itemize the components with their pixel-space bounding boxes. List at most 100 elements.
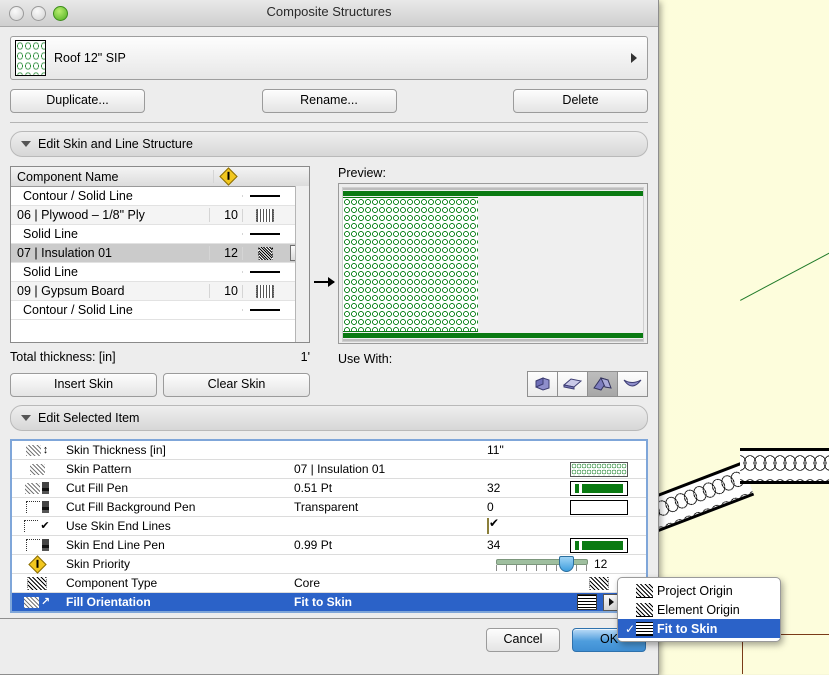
title-bar[interactable]: Composite Structures <box>0 0 658 27</box>
structure-selector-popup[interactable]: Roof 12" SIP <box>10 36 648 80</box>
cut-fill-pen-icon <box>12 482 62 494</box>
property-label: Skin Thickness [in] <box>62 443 294 457</box>
slab-tool-icon[interactable] <box>557 371 588 397</box>
skin-list-column: Component Name Contour / Solid Line <box>10 166 310 397</box>
shell-tool-icon[interactable] <box>617 371 648 397</box>
arrow-right-icon <box>314 281 334 283</box>
property-label: Component Type <box>62 576 294 590</box>
updown-glyph: ↕ <box>43 445 49 456</box>
list-item[interactable]: Solid Line <box>11 263 309 282</box>
preview-insulation-fill <box>343 197 478 332</box>
table-row[interactable]: ✔ Use Skin End Lines <box>12 517 646 536</box>
component-pattern <box>242 233 287 235</box>
solid-line-icon <box>250 271 280 273</box>
list-item[interactable]: 09 | Gypsum Board 10 <box>11 282 309 301</box>
pen-swatch[interactable] <box>570 538 628 553</box>
table-row-selected[interactable]: ↗ Fill Orientation Fit to Skin <box>12 593 646 612</box>
disclosure-triangle-icon[interactable] <box>21 415 31 421</box>
chevron-right-icon <box>631 53 637 63</box>
wall-tool-icon[interactable] <box>527 371 558 397</box>
property-label: Skin End Line Pen <box>62 538 294 552</box>
table-row[interactable]: Component Type Core <box>12 574 646 593</box>
table-row[interactable]: Cut Fill Background Pen Transparent 0 <box>12 498 646 517</box>
pen-tick <box>575 484 579 493</box>
list-item[interactable]: Contour / Solid Line <box>11 301 309 320</box>
menu-item-fit-to-skin[interactable]: ✓ Fit to Skin <box>618 619 780 638</box>
duplicate-button[interactable]: Duplicate... <box>10 89 145 113</box>
property-number: 32 <box>487 481 551 495</box>
corner-glyph <box>26 539 40 551</box>
component-name: Solid Line <box>11 265 209 279</box>
fill-orientation-swatch[interactable] <box>577 594 597 610</box>
property-value: Core <box>294 576 487 590</box>
property-label: Cut Fill Background Pen <box>62 500 294 514</box>
fill-orientation-menu[interactable]: Project Origin Element Origin ✓ Fit to S… <box>617 577 781 642</box>
skin-thickness-icon: ↕ <box>12 445 62 456</box>
slider-thumb[interactable] <box>559 556 574 572</box>
property-control[interactable] <box>551 500 646 515</box>
pen-swatch-empty[interactable] <box>570 500 628 515</box>
list-item[interactable]: 06 | Plywood – 1/8" Ply 10 <box>11 206 309 225</box>
delete-button[interactable]: Delete <box>513 89 648 113</box>
property-value: Transparent <box>294 500 487 514</box>
component-pattern <box>242 285 287 298</box>
property-value: 07 | Insulation 01 <box>294 462 487 476</box>
list-item[interactable]: Solid Line <box>11 225 309 244</box>
skin-priority-icon <box>12 558 62 571</box>
component-name: Solid Line <box>11 227 209 241</box>
menu-item-label: Project Origin <box>657 584 733 598</box>
use-with-toolbar <box>338 371 648 397</box>
roof-glyph <box>592 376 613 392</box>
table-row[interactable]: Cut Fill Pen 0.51 Pt 32 <box>12 479 646 498</box>
property-number: 0 <box>487 500 551 514</box>
insert-skin-button[interactable]: Insert Skin <box>10 373 157 397</box>
skin-end-lines-icon: ✔ <box>12 520 62 532</box>
shell-glyph <box>622 376 643 392</box>
property-control[interactable] <box>551 462 646 477</box>
green-guide-line <box>740 244 829 301</box>
component-priority: 12 <box>209 246 242 260</box>
clear-skin-button[interactable]: Clear Skin <box>163 373 310 397</box>
table-row[interactable]: Skin Priority 12 <box>12 555 646 574</box>
project-origin-icon <box>636 584 653 598</box>
menu-item-project-origin[interactable]: Project Origin <box>618 581 780 600</box>
table-row[interactable]: Skin Pattern 07 | Insulation 01 <box>12 460 646 479</box>
menu-item-element-origin[interactable]: Element Origin <box>618 600 780 619</box>
component-list[interactable]: Component Name Contour / Solid Line <box>10 166 310 343</box>
fit-to-skin-icon <box>636 622 653 636</box>
rename-button[interactable]: Rename... <box>262 89 397 113</box>
property-value: Fit to Skin <box>294 595 487 609</box>
skin-action-buttons: Insert Skin Clear Skin <box>10 373 310 397</box>
corner-glyph <box>24 520 38 532</box>
pen-swatch[interactable] <box>570 481 628 496</box>
use-skin-end-lines-checkbox[interactable] <box>487 518 489 534</box>
property-control[interactable] <box>551 481 646 496</box>
component-type-swatch[interactable] <box>589 577 609 590</box>
list-item-selected[interactable]: 07 | Insulation 01 12 <box>11 244 309 263</box>
property-table[interactable]: ↕ Skin Thickness [in] 11" Skin Pattern 0… <box>10 439 648 613</box>
skin-pattern-icon <box>12 464 62 475</box>
skin-section-header[interactable]: Edit Skin and Line Structure <box>10 131 648 157</box>
component-pattern <box>242 271 287 273</box>
list-item[interactable]: Contour / Solid Line <box>11 187 309 206</box>
table-row[interactable]: Skin End Line Pen 0.99 Pt 34 <box>12 536 646 555</box>
property-label: Skin Pattern <box>62 462 294 476</box>
skin-priority-slider[interactable] <box>496 556 588 572</box>
window-title: Composite Structures <box>0 4 658 19</box>
property-control[interactable] <box>551 538 646 553</box>
item-section-header[interactable]: Edit Selected Item <box>10 405 648 431</box>
cancel-button[interactable]: Cancel <box>486 628 560 652</box>
property-value: 0.51 Pt <box>294 481 487 495</box>
property-control[interactable]: 12 <box>496 556 646 572</box>
roof-tool-icon[interactable] <box>587 371 618 397</box>
component-list-scrollbar[interactable] <box>295 186 309 342</box>
component-pattern <box>242 247 287 260</box>
disclosure-triangle-icon[interactable] <box>21 141 31 147</box>
table-row[interactable]: ↕ Skin Thickness [in] 11" <box>12 441 646 460</box>
property-number: 11" <box>487 443 551 457</box>
preview-bottom-edge <box>343 333 643 338</box>
menu-item-label: Fit to Skin <box>657 622 717 636</box>
solid-line-icon <box>250 195 280 197</box>
skin-section-title: Edit Skin and Line Structure <box>38 137 193 151</box>
pattern-swatch[interactable] <box>570 462 628 477</box>
